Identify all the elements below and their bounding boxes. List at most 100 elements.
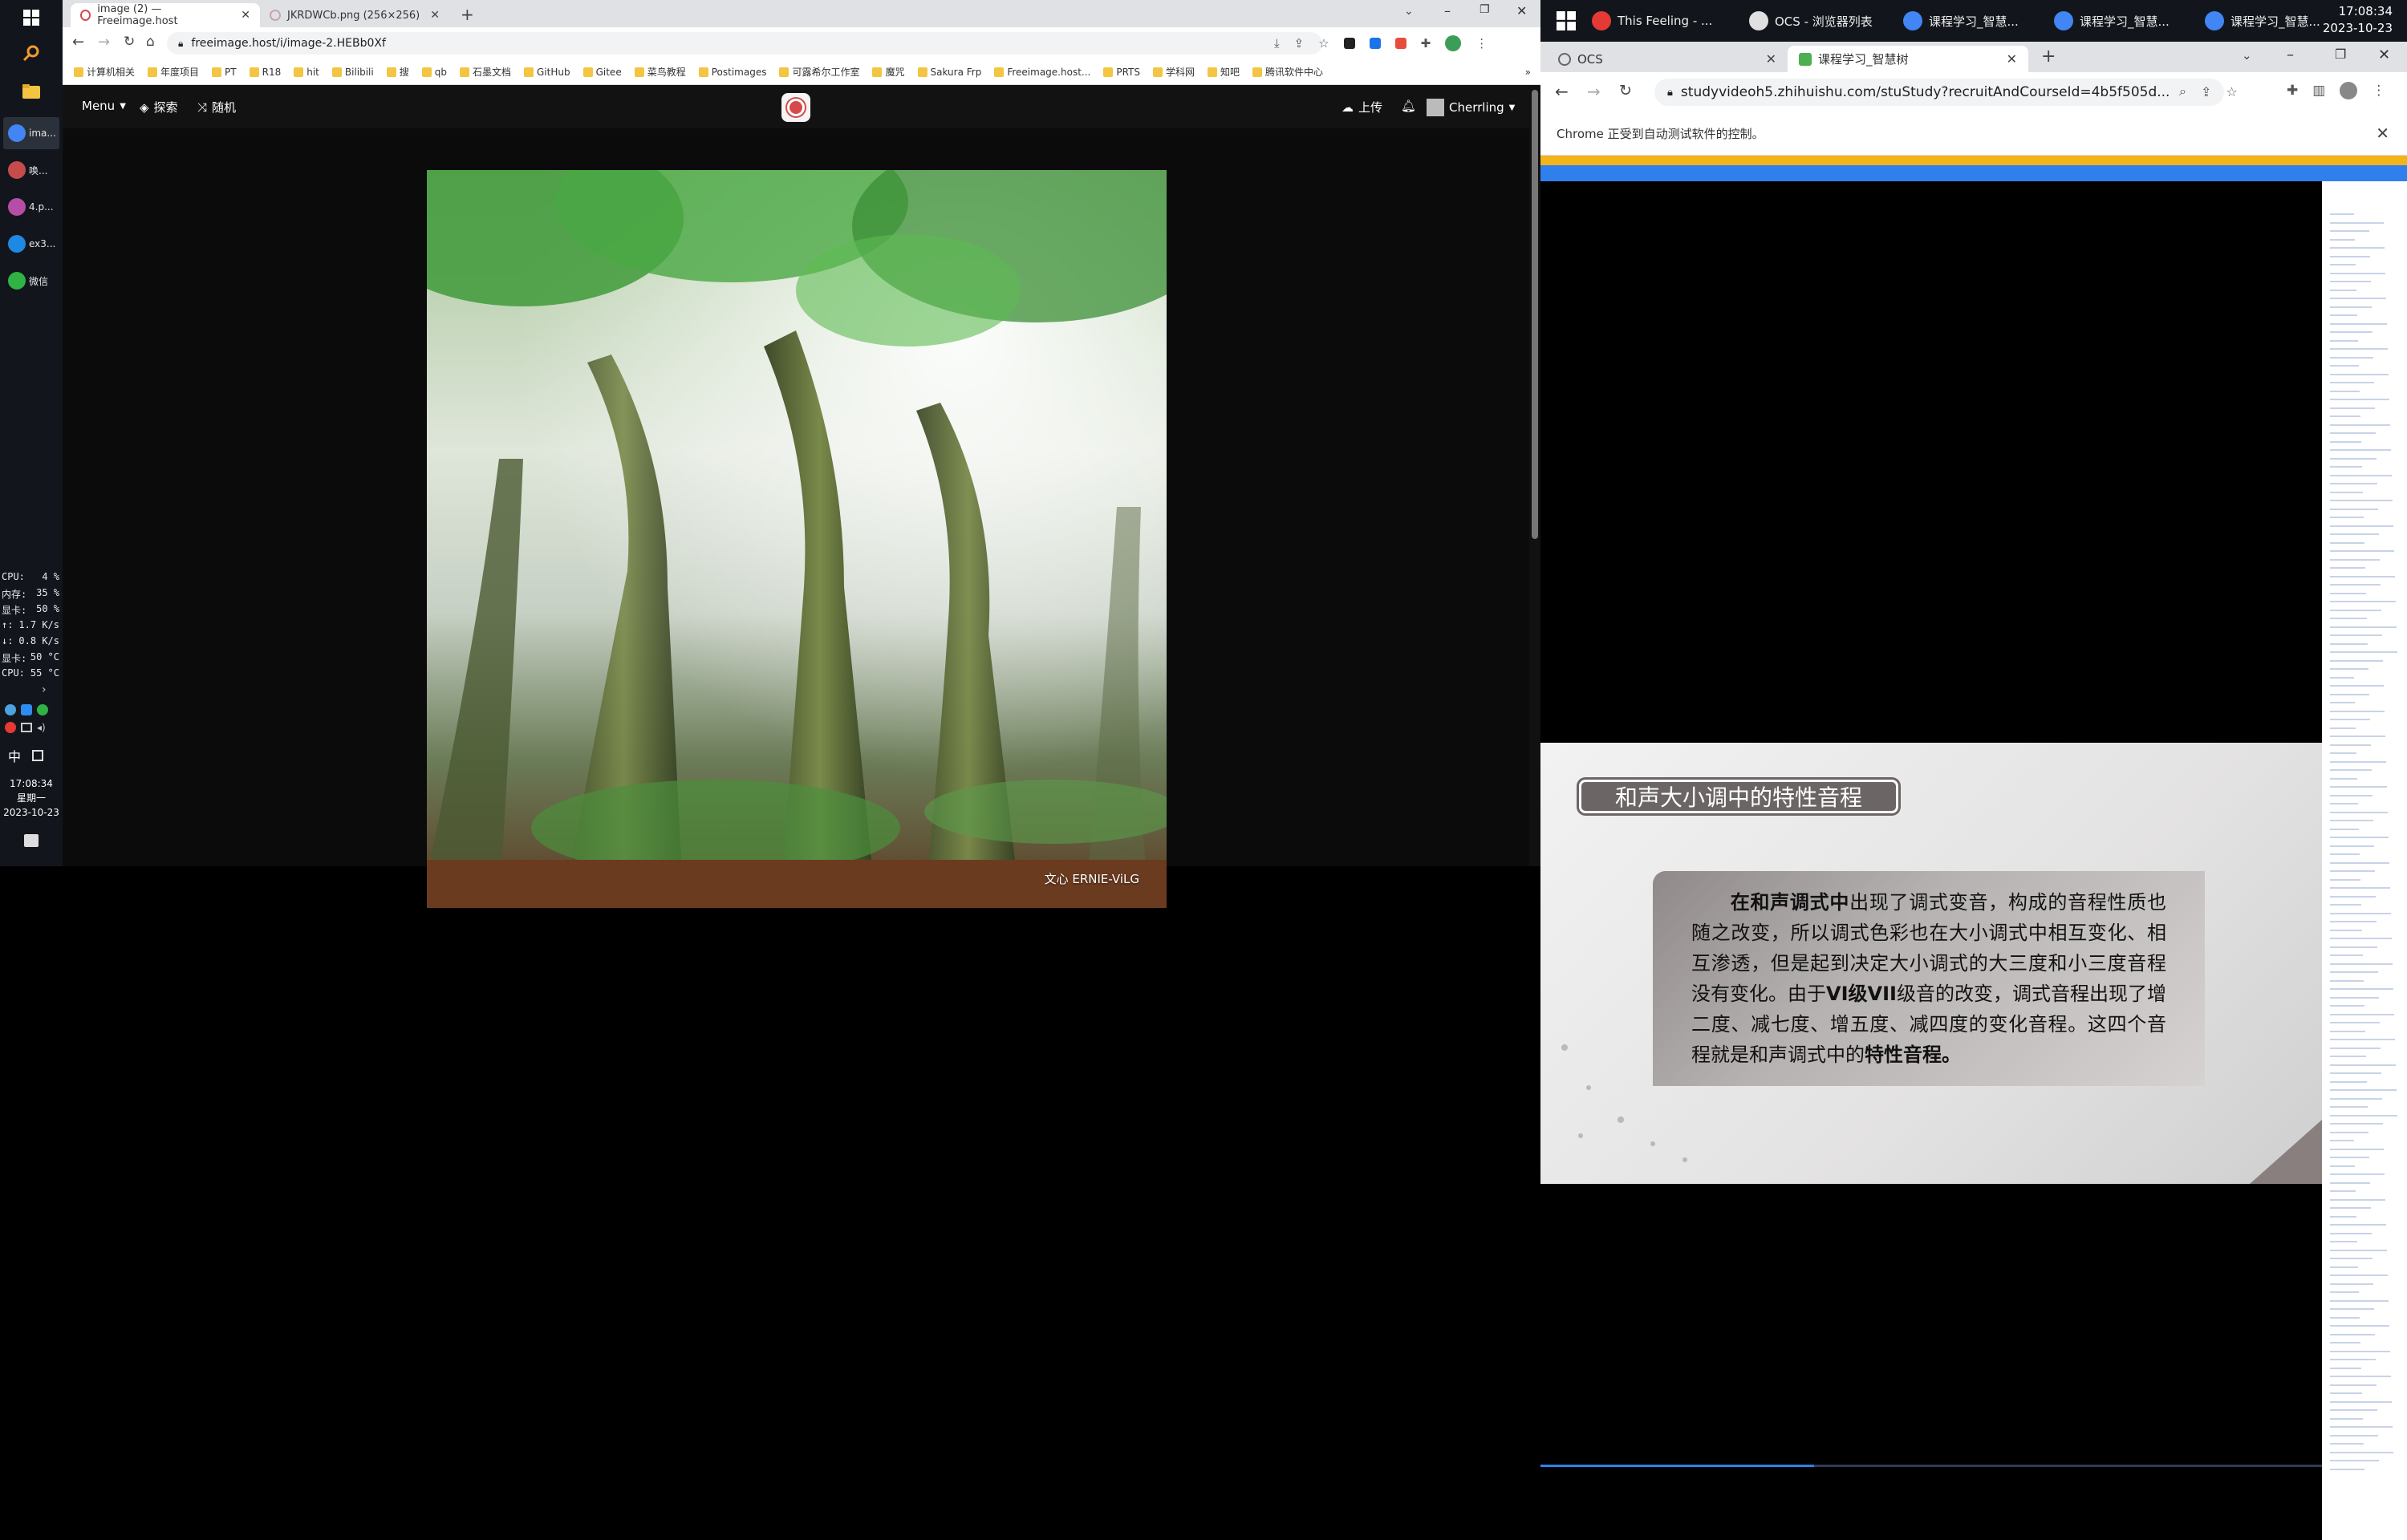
chapter-line[interactable] [2330,878,2360,881]
chapter-line[interactable] [2330,736,2385,737]
start-button[interactable] [1557,11,1576,34]
page-scrollbar[interactable] [1529,85,1540,866]
chapter-line[interactable] [2330,1266,2358,1268]
extension-3-icon[interactable] [1394,38,1406,49]
chapter-line[interactable] [2330,634,2382,636]
chapter-line[interactable] [2330,1039,2395,1040]
chapter-line[interactable] [2330,676,2354,679]
chapter-line[interactable] [2330,517,2364,518]
chapter-line[interactable] [2330,432,2376,434]
chapter-line[interactable] [2330,938,2392,939]
chapter-line[interactable] [2330,803,2358,804]
bookmark-star-icon[interactable]: ☆ [2226,84,2237,99]
chapter-line[interactable] [2330,1359,2376,1360]
chapter-line[interactable] [2330,1224,2386,1226]
bookmark-item[interactable]: R18 [249,67,281,78]
chapter-line[interactable] [2330,525,2393,527]
chapter-line[interactable] [2330,1275,2388,1276]
chapter-line[interactable] [2330,550,2394,552]
chapter-line[interactable] [2330,1022,2380,1023]
taskbar-task[interactable]: 课程学习_智慧... [1903,8,2019,34]
chapter-line[interactable] [2330,1350,2390,1352]
chapter-line[interactable] [2330,1165,2355,1167]
close-window-button[interactable]: ✕ [1516,3,1527,18]
chapter-line[interactable] [2330,1097,2382,1100]
taskbar-task[interactable]: OCS - 浏览器列表 [1749,8,1873,34]
chapter-line[interactable] [2330,1384,2377,1386]
chapter-line[interactable] [2330,954,2363,956]
chapter-line[interactable] [2330,870,2375,872]
reload-icon[interactable]: ↻ [124,34,135,50]
chapter-line[interactable] [2330,601,2396,602]
chapter-line[interactable] [2330,1392,2362,1394]
scrollbar-thumb[interactable] [1532,90,1538,539]
chapter-line[interactable] [2330,1140,2354,1141]
close-icon[interactable]: ✕ [430,9,440,22]
chapter-line[interactable] [2330,904,2361,906]
bookmark-item[interactable]: 搜 [386,65,409,79]
chapter-line[interactable] [2330,483,2377,484]
chapter-line[interactable] [2330,314,2357,316]
chapter-line[interactable] [2330,331,2372,333]
chapter-line[interactable] [2330,861,2389,864]
chapter-line[interactable] [2330,1316,2360,1319]
chapter-line[interactable] [2330,727,2356,729]
grid-icon[interactable] [32,750,44,761]
chapter-line[interactable] [2330,1148,2384,1150]
chapter-line[interactable] [2330,541,2364,544]
chapter-line[interactable] [2330,365,2359,367]
left-clock[interactable]: 17:08:34 星期一 2023-10-23 [0,776,63,820]
wechat-tray-icon[interactable] [37,704,48,715]
chapter-line[interactable] [2330,1005,2364,1007]
chapter-line[interactable] [2330,1333,2375,1335]
chapter-line[interactable] [2330,1089,2397,1091]
chapter-line[interactable] [2330,399,2389,400]
bookmark-item[interactable]: PT [212,67,237,78]
profile-avatar[interactable] [1445,35,1462,51]
home-icon[interactable]: ⌂ [146,34,155,50]
taskbar-app[interactable]: 微信 [3,265,59,297]
chapter-line[interactable] [2330,685,2384,687]
chapter-line[interactable] [2330,1451,2393,1453]
chapter-line[interactable] [2330,609,2381,611]
chapter-line[interactable] [2330,828,2359,830]
chapter-line[interactable] [2330,946,2377,948]
chapter-line[interactable] [2330,702,2355,703]
reload-icon[interactable]: ↻ [1619,82,1632,99]
chapter-line[interactable] [2330,1232,2372,1234]
bookmark-item[interactable]: 可露希尔工作室 [779,65,859,79]
chapter-line[interactable] [2330,1460,2379,1461]
chapter-line[interactable] [2330,356,2373,359]
chapter-line[interactable] [2330,996,2379,999]
chapter-line[interactable] [2330,474,2392,476]
chapter-line[interactable] [2330,744,2371,746]
chapter-line[interactable] [2330,1181,2370,1184]
install-icon[interactable]: ⤓ [1274,36,1280,51]
chapter-line[interactable] [2330,491,2363,493]
chapter-line[interactable] [2330,1072,2381,1074]
volume-icon[interactable]: ◂) [37,723,48,732]
chapter-line[interactable] [2330,895,2376,898]
chapter-line[interactable] [2330,449,2391,451]
chapter-line[interactable] [2330,1241,2357,1242]
chapter-line[interactable] [2330,230,2369,232]
start-button[interactable] [0,0,63,35]
chapter-line[interactable] [2330,853,2360,855]
chapter-line[interactable] [2330,760,2386,763]
chapter-line[interactable] [2330,1468,2364,1470]
chapter-line[interactable] [2330,1056,2366,1057]
chapter-line[interactable] [2330,500,2393,501]
chapter-line[interactable] [2330,988,2393,990]
search-button[interactable] [0,35,63,71]
chapter-line[interactable] [2330,390,2360,392]
menu-kebab-icon[interactable]: ⋮ [1475,36,1488,51]
chapter-line[interactable] [2330,567,2365,569]
file-explorer-button[interactable] [0,74,63,109]
chapter-line[interactable] [2330,1207,2371,1209]
qq-icon[interactable] [5,722,16,733]
chapter-line[interactable] [2330,1299,2389,1302]
tray-expand-icon[interactable]: › [42,683,47,696]
notifications-button[interactable]: 🔔︎ [1401,99,1416,113]
extensions-puzzle-icon[interactable]: ✚ [2287,83,2298,99]
chapter-line[interactable] [2330,1308,2374,1310]
